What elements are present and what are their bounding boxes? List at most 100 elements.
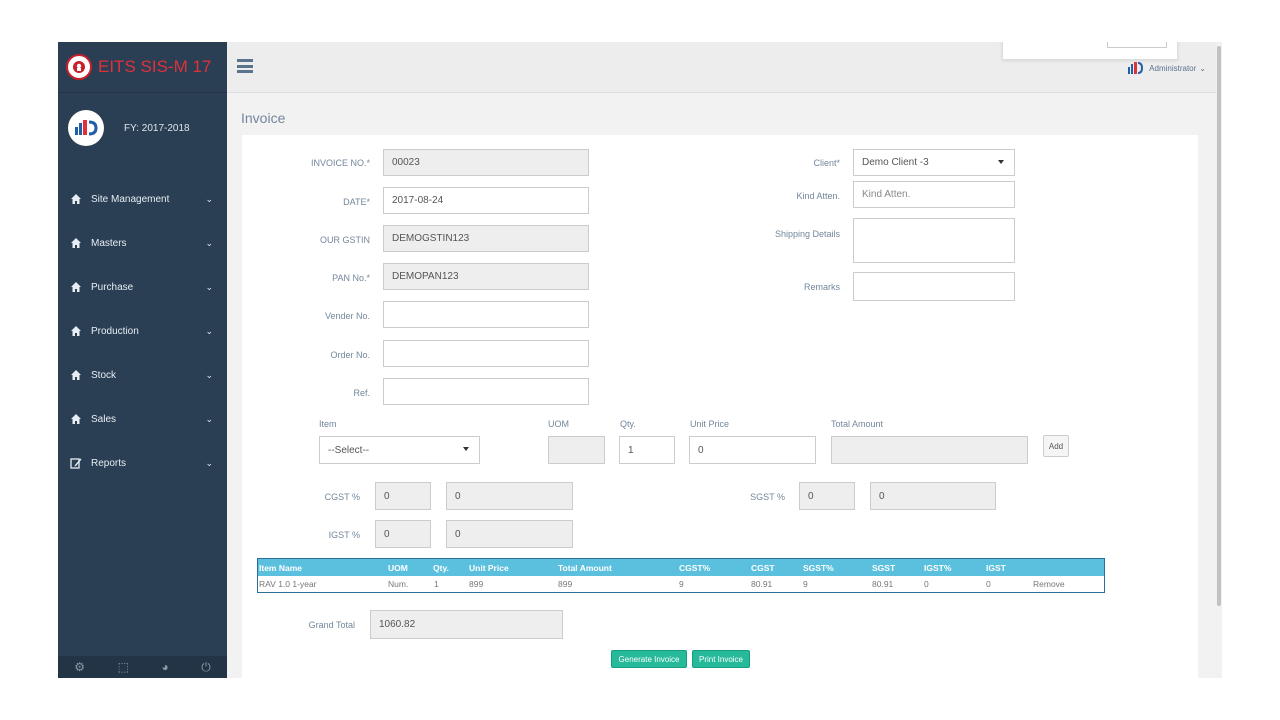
- invoice-no-field[interactable]: 00023: [383, 149, 589, 176]
- chevron-down-icon: ⌄: [205, 325, 213, 336]
- sidebar-item-label: Production: [91, 325, 139, 337]
- company-logo-icon: [68, 110, 104, 146]
- order-no-label: Order No.: [330, 350, 370, 360]
- uom-col-label: UOM: [548, 419, 569, 429]
- header-item-name: Item Name: [259, 563, 302, 573]
- chevron-down-icon: ⌄: [205, 369, 213, 380]
- order-no-field[interactable]: [383, 340, 589, 367]
- shipping-details-textarea[interactable]: [853, 218, 1015, 263]
- cell-uom: Num.: [388, 579, 409, 589]
- user-name: Administrator: [1149, 63, 1197, 73]
- unit-price-field[interactable]: 0: [689, 436, 816, 464]
- client-selected: Demo Client -3: [862, 157, 929, 168]
- sidebar-footer: ⚙ ⬚ ◕ ⏻: [58, 656, 227, 678]
- generate-invoice-button[interactable]: Generate Invoice: [611, 650, 687, 668]
- pan-field[interactable]: DEMOPAN123: [383, 263, 589, 290]
- fiscal-year: FY: 2017-2018: [124, 122, 190, 134]
- grand-total-field[interactable]: 1060.82: [370, 610, 563, 639]
- sidebar-item-purchase[interactable]: Purchase ⌄: [58, 265, 227, 309]
- client-select[interactable]: Demo Client -3: [853, 149, 1015, 176]
- header-sgst: SGST: [872, 563, 896, 573]
- cgst-amount-field[interactable]: 0: [446, 482, 573, 510]
- kind-atten-label: Kind Atten.: [796, 191, 840, 201]
- sidebar-item-reports[interactable]: Reports ⌄: [58, 441, 227, 485]
- chevron-down-icon: ⌄: [205, 237, 213, 248]
- item-select[interactable]: --Select--: [319, 436, 480, 464]
- fullscreen-icon[interactable]: ⬚: [118, 660, 129, 674]
- ref-field[interactable]: [383, 378, 589, 405]
- home-icon: [71, 414, 81, 424]
- invoice-panel: [242, 135, 1198, 678]
- menu-toggle-icon[interactable]: [237, 59, 253, 73]
- user-menu[interactable]: Administrator ⌄: [1127, 60, 1206, 76]
- sidebar-item-masters[interactable]: Masters ⌄: [58, 221, 227, 265]
- brand[interactable]: EITS SIS-M 17: [58, 42, 227, 93]
- remarks-field[interactable]: [853, 272, 1015, 301]
- grand-total-label: Grand Total: [308, 620, 355, 630]
- kind-atten-field[interactable]: Kind Atten.: [853, 181, 1015, 208]
- sidebar-item-production[interactable]: Production ⌄: [58, 309, 227, 353]
- date-field[interactable]: 2017-08-24: [383, 187, 589, 214]
- item-col-label: Item: [319, 419, 337, 429]
- gstin-field[interactable]: DEMOGSTIN123: [383, 225, 589, 252]
- date-label: DATE*: [343, 197, 370, 207]
- chevron-down-icon: ⌄: [1199, 63, 1206, 73]
- cell-cgst: 80.91: [751, 579, 773, 589]
- sgst-pct-field[interactable]: 0: [799, 482, 855, 510]
- chevron-down-icon: ⌄: [205, 281, 213, 292]
- brand-logo-icon: [66, 54, 92, 80]
- chevron-down-icon: ⌄: [205, 193, 213, 204]
- header-qty: Qty.: [433, 563, 449, 573]
- add-item-button[interactable]: Add: [1043, 435, 1069, 457]
- cell-sgst-pct: 9: [803, 579, 808, 589]
- sgst-amount-field[interactable]: 0: [870, 482, 996, 510]
- cell-item-name: RAV 1.0 1-year: [259, 579, 317, 589]
- sidebar-item-label: Site Management: [91, 193, 170, 205]
- sidebar-item-label: Purchase: [91, 281, 134, 293]
- qty-field[interactable]: 1: [619, 436, 675, 464]
- cgst-pct-field[interactable]: 0: [375, 482, 431, 510]
- header-uom: UOM: [388, 563, 408, 573]
- total-amount-field[interactable]: [831, 436, 1028, 464]
- igst-amount-field[interactable]: 0: [446, 520, 573, 548]
- sidebar-menu: Site Management ⌄ Masters ⌄ Purchase ⌄ P…: [58, 177, 227, 485]
- caret-down-icon: [463, 447, 469, 451]
- sgst-label: SGST %: [750, 492, 785, 502]
- header-sgst-pct: SGST%: [803, 563, 834, 573]
- items-table: Item Name UOM Qty. Unit Price Total Amou…: [257, 558, 1105, 593]
- item-selected: --Select--: [328, 444, 370, 456]
- sidebar-item-sales[interactable]: Sales ⌄: [58, 397, 227, 441]
- print-invoice-button[interactable]: Print Invoice: [692, 650, 750, 668]
- uom-field[interactable]: [548, 436, 605, 464]
- unit-price-col-label: Unit Price: [690, 419, 730, 429]
- chevron-down-icon: ⌄: [205, 457, 213, 468]
- remove-row-link[interactable]: Remove: [1033, 579, 1065, 589]
- sidebar-item-label: Masters: [91, 237, 127, 249]
- igst-label: IGST %: [328, 530, 360, 540]
- invoice-no-label: INVOICE NO.*: [310, 158, 370, 168]
- user-avatar-icon: [1128, 62, 1144, 74]
- cell-qty: 1: [434, 579, 439, 589]
- sidebar-item-stock[interactable]: Stock ⌄: [58, 353, 227, 397]
- header-cgst: CGST: [751, 563, 775, 573]
- igst-pct-field[interactable]: 0: [375, 520, 431, 548]
- lock-icon[interactable]: ◕: [161, 660, 168, 674]
- sidebar-item-site-management[interactable]: Site Management ⌄: [58, 177, 227, 221]
- vender-no-label: Vender No.: [324, 311, 370, 321]
- settings-icon[interactable]: ⚙: [74, 660, 85, 674]
- power-icon[interactable]: ⏻: [201, 660, 211, 675]
- cgst-label: CGST %: [324, 492, 360, 502]
- home-icon: [71, 326, 81, 336]
- cell-unit-price: 899: [469, 579, 484, 589]
- vender-no-field[interactable]: [383, 301, 589, 328]
- chevron-down-icon: ⌄: [205, 413, 213, 424]
- gstin-label: OUR GSTIN: [319, 235, 370, 245]
- shipping-details-label: Shipping Details: [774, 229, 840, 239]
- cell-igst: 0: [986, 579, 991, 589]
- edit-icon: [70, 458, 82, 469]
- header-cgst-pct: CGST%: [679, 563, 711, 573]
- scrollbar[interactable]: [1216, 42, 1222, 678]
- home-icon: [71, 194, 81, 204]
- home-icon: [71, 238, 81, 248]
- cell-cgst-pct: 9: [679, 579, 684, 589]
